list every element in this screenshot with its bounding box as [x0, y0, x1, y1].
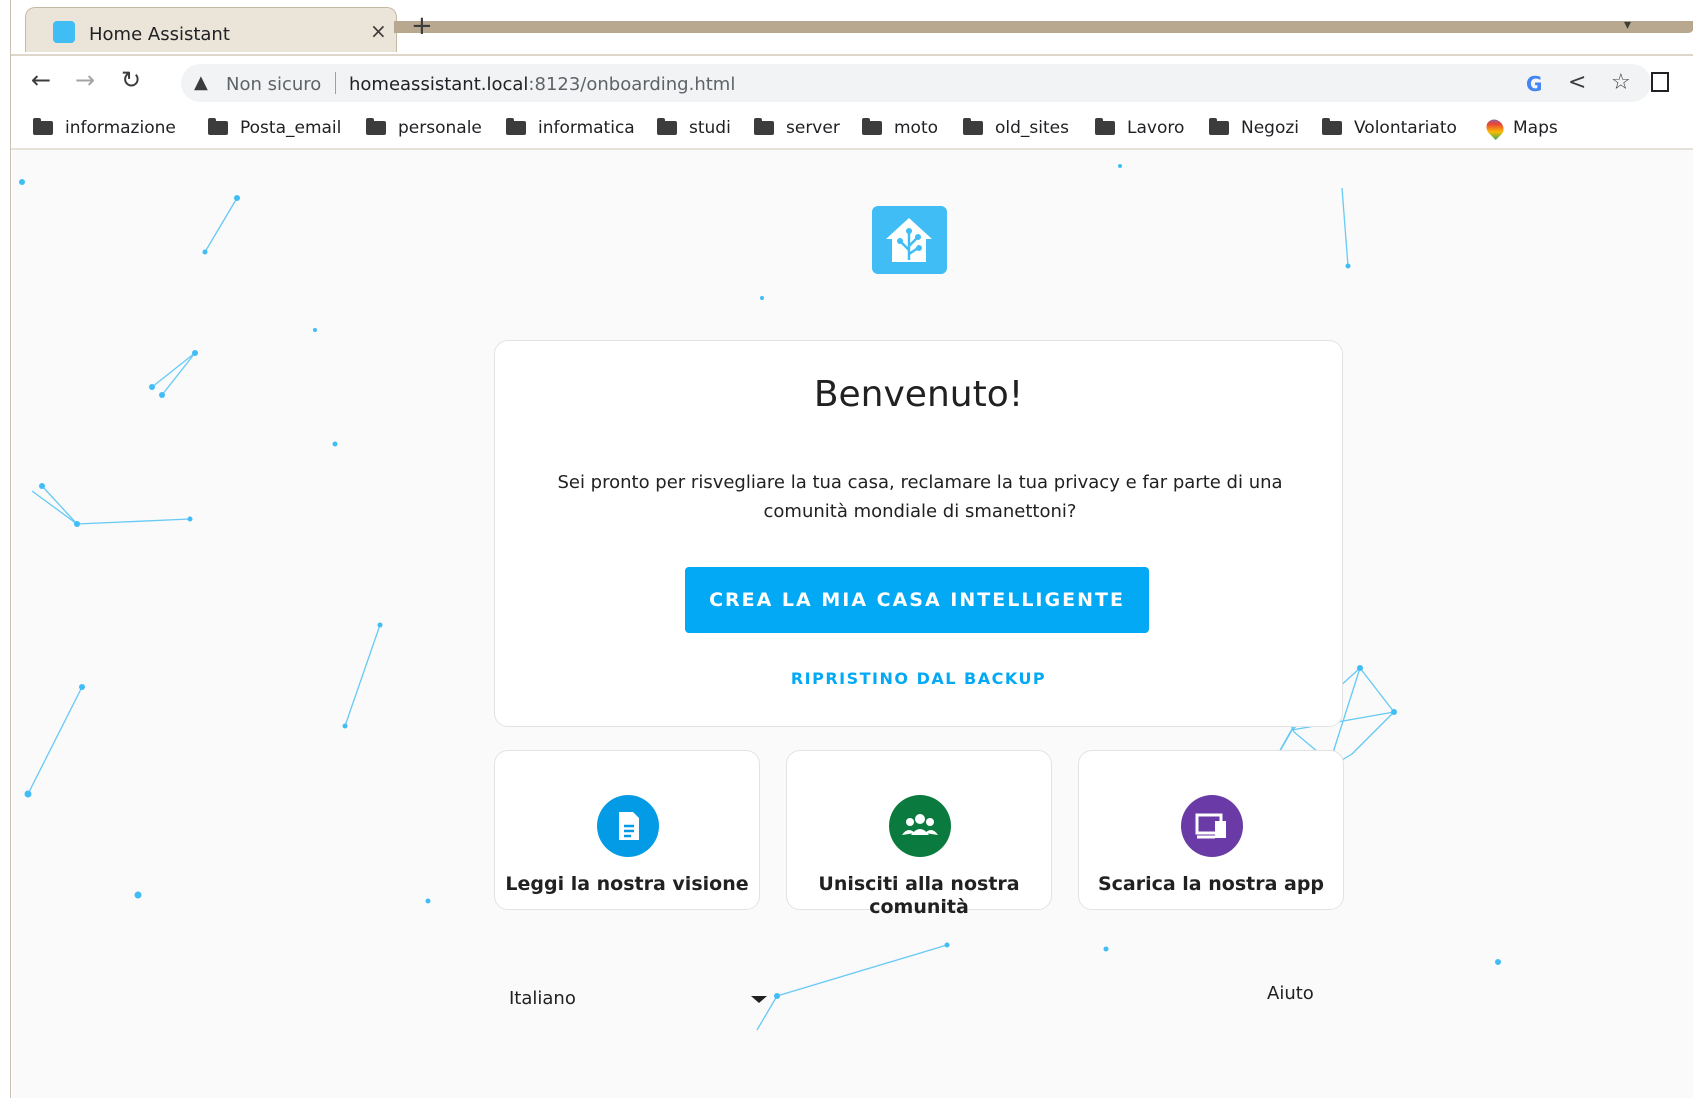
vision-card[interactable]: Leggi la nostra visione — [494, 750, 760, 910]
bookmark-label: server — [786, 118, 840, 138]
bookmark-label: informatica — [538, 118, 635, 138]
browser-window: Home Assistant × + ▾ ← → ↻ ▲ Non sicuro … — [10, 0, 1693, 1098]
bookmarks-bar: informazione Posta_email personale infor… — [11, 110, 1693, 150]
address-separator — [335, 72, 336, 94]
folder-icon — [963, 118, 983, 135]
folder-icon — [506, 118, 526, 135]
welcome-card: Benvenuto! Sei pronto per risvegliare la… — [494, 340, 1343, 727]
bookmark-folder[interactable]: moto — [862, 113, 938, 143]
bookmark-label: moto — [894, 118, 939, 138]
folder-icon — [862, 118, 882, 135]
document-glyph — [619, 812, 639, 840]
address-bar[interactable]: ▲ Non sicuro homeassistant.local:8123/on… — [181, 64, 1651, 102]
app-label: Scarica la nostra app — [1097, 873, 1325, 895]
folder-icon — [754, 118, 774, 135]
devices-glyph — [1195, 813, 1226, 839]
bookmark-folder[interactable]: informatica — [506, 113, 635, 143]
bookmark-label: informazione — [65, 118, 176, 138]
close-icon[interactable]: × — [370, 20, 387, 42]
star-icon[interactable]: ☆ — [1611, 70, 1631, 95]
bookmark-folder[interactable]: Negozi — [1209, 113, 1299, 143]
url-path: :8123/onboarding.html — [528, 74, 736, 95]
forward-arrow-icon[interactable]: → — [75, 66, 95, 94]
community-icon — [889, 795, 951, 857]
security-status[interactable]: Non sicuro — [226, 74, 321, 95]
people-glyph — [902, 814, 938, 835]
dropdown-arrow-icon[interactable] — [751, 996, 767, 1003]
bookmark-folder[interactable]: personale — [366, 113, 482, 143]
tab-strip-background — [394, 21, 1693, 33]
chevron-down-icon[interactable]: ▾ — [1624, 17, 1631, 33]
bookmark-label: Volontariato — [1354, 118, 1457, 138]
reload-icon[interactable]: ↻ — [121, 66, 141, 94]
bookmark-folder[interactable]: server — [754, 113, 840, 143]
back-arrow-icon[interactable]: ← — [31, 66, 51, 94]
extension-icon[interactable] — [1651, 72, 1669, 92]
app-card[interactable]: Scarica la nostra app — [1078, 750, 1344, 910]
bookmark-label: Lavoro — [1127, 118, 1185, 138]
share-icon[interactable]: < — [1568, 70, 1586, 95]
folder-icon — [1095, 118, 1115, 135]
bookmark-label: Maps — [1513, 118, 1558, 138]
folder-icon — [1322, 118, 1342, 135]
help-link[interactable]: Aiuto — [1267, 983, 1314, 1004]
create-smart-home-button[interactable]: CREA LA MIA CASA INTELLIGENTE — [685, 567, 1149, 633]
browser-toolbar: ← → ↻ ▲ Non sicuro homeassistant.local:8… — [11, 54, 1693, 110]
devices-icon — [1181, 795, 1243, 857]
warning-icon[interactable]: ▲ — [194, 72, 208, 93]
bookmark-folder[interactable]: studi — [657, 113, 731, 143]
restore-backup-button[interactable]: RIPRISTINO DAL BACKUP — [495, 669, 1342, 688]
new-tab-button[interactable]: + — [411, 13, 433, 39]
home-assistant-favicon-icon — [53, 21, 75, 43]
folder-icon — [1209, 118, 1229, 135]
folder-icon — [208, 118, 228, 135]
bookmark-maps[interactable]: Maps — [1482, 113, 1558, 143]
bookmark-folder[interactable]: Volontariato — [1322, 113, 1457, 143]
community-card[interactable]: Unisciti alla nostra comunità — [786, 750, 1052, 918]
google-icon[interactable]: G — [1526, 72, 1542, 96]
vision-label: Leggi la nostra visione — [505, 873, 749, 895]
url-host: homeassistant.local — [349, 74, 529, 95]
welcome-description: Sei pronto per risvegliare la tua casa, … — [557, 472, 1283, 522]
tab-strip: Home Assistant × + ▾ — [11, 0, 1693, 54]
page-title: Benvenuto! — [813, 374, 1024, 415]
bookmark-label: Posta_email — [240, 118, 342, 138]
maps-icon — [1482, 115, 1508, 141]
tab-home-assistant[interactable]: Home Assistant × — [25, 7, 397, 52]
tab-title: Home Assistant — [89, 24, 230, 45]
bookmark-folder[interactable]: Posta_email — [208, 113, 341, 143]
bookmark-label: old_sites — [995, 118, 1069, 138]
folder-icon — [33, 118, 53, 135]
language-select[interactable]: Italiano — [509, 988, 576, 1009]
document-icon — [597, 795, 659, 857]
bookmark-label: studi — [689, 118, 731, 138]
bookmark-label: Negozi — [1241, 118, 1300, 138]
bookmark-folder[interactable]: old_sites — [963, 113, 1069, 143]
bookmark-folder[interactable]: Lavoro — [1095, 113, 1184, 143]
folder-icon — [657, 118, 677, 135]
home-assistant-logo-icon — [872, 206, 947, 274]
bookmark-folder[interactable]: informazione — [33, 113, 176, 143]
community-label: Unisciti alla nostra comunità — [818, 873, 1020, 918]
folder-icon — [366, 118, 386, 135]
url-text[interactable]: homeassistant.local:8123/onboarding.html — [349, 74, 735, 95]
house-tree-icon — [886, 218, 932, 262]
bookmark-label: personale — [398, 118, 482, 138]
